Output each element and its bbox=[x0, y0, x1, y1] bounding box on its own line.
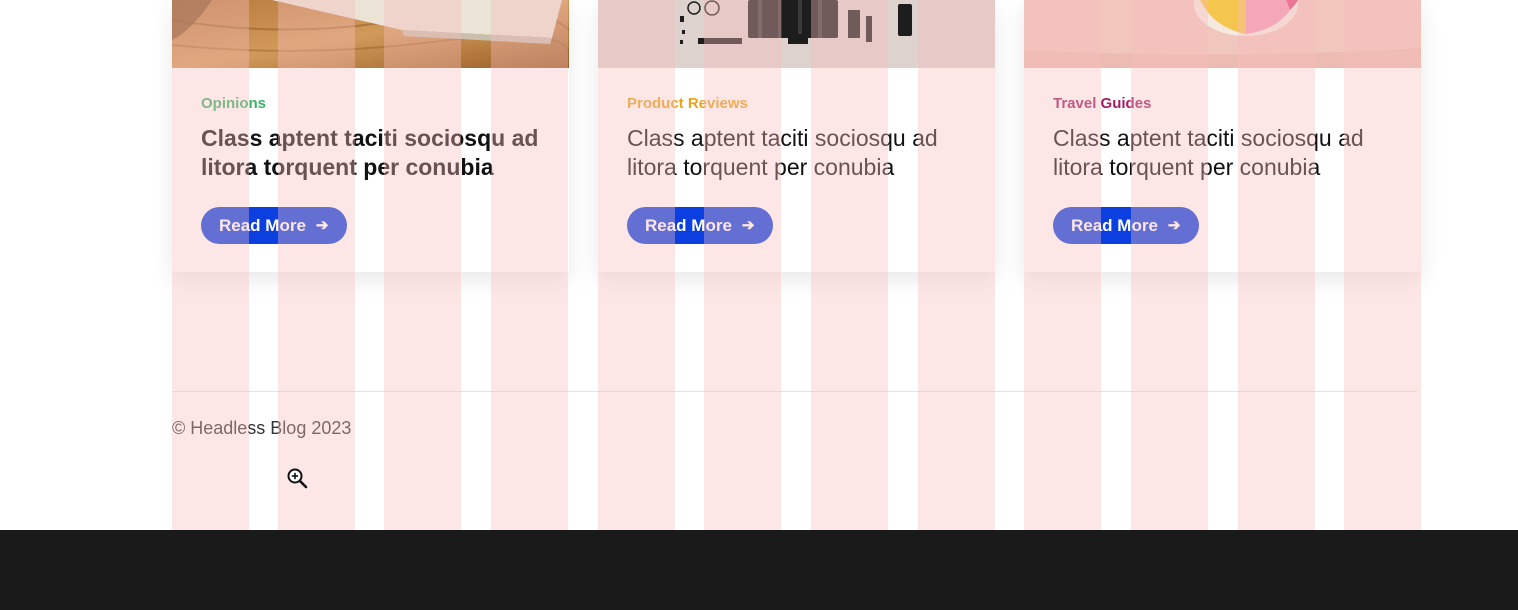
read-more-button[interactable]: Read More ➔ bbox=[627, 207, 773, 244]
blog-page: Opinions Class aptent taciti sociosqu ad… bbox=[0, 0, 1518, 530]
card-title[interactable]: Class aptent taciti sociosqu ad litora t… bbox=[627, 124, 967, 182]
card-image-gadgets[interactable] bbox=[598, 0, 995, 68]
footer-copyright: © Headless Blog 2023 bbox=[172, 418, 352, 438]
footer-divider bbox=[172, 391, 1417, 392]
tech-gadgets-image bbox=[598, 0, 995, 68]
read-more-label: Read More bbox=[645, 215, 732, 235]
card-category[interactable]: Product Reviews bbox=[627, 95, 748, 112]
post-card-opinions[interactable]: Opinions Class aptent taciti sociosqu ad… bbox=[172, 0, 569, 272]
post-card-travel-guides[interactable]: Travel Guides Class aptent taciti socios… bbox=[1024, 0, 1421, 272]
card-title[interactable]: Class aptent taciti sociosqu ad litora t… bbox=[1053, 124, 1393, 182]
card-image-book-on-table[interactable] bbox=[172, 0, 569, 68]
wooden-table-book-image bbox=[172, 0, 569, 68]
beach-ball-image bbox=[1024, 0, 1421, 68]
read-more-button[interactable]: Read More ➔ bbox=[1053, 207, 1199, 244]
card-category[interactable]: Opinions bbox=[201, 95, 266, 112]
arrow-right-icon: ➔ bbox=[315, 217, 329, 234]
bottom-dark-bar bbox=[0, 530, 1518, 610]
card-image-beach-ball[interactable] bbox=[1024, 0, 1421, 68]
read-more-label: Read More bbox=[1071, 215, 1158, 235]
zoom-in-icon bbox=[287, 468, 308, 489]
arrow-right-icon: ➔ bbox=[741, 217, 755, 234]
read-more-label: Read More bbox=[219, 215, 306, 235]
post-card-product-reviews[interactable]: Product Reviews Class aptent taciti soci… bbox=[598, 0, 995, 272]
read-more-button[interactable]: Read More ➔ bbox=[201, 207, 347, 244]
card-title[interactable]: Class aptent taciti sociosqu ad litora t… bbox=[201, 124, 541, 182]
arrow-right-icon: ➔ bbox=[1167, 217, 1181, 234]
card-category[interactable]: Travel Guides bbox=[1053, 95, 1151, 112]
